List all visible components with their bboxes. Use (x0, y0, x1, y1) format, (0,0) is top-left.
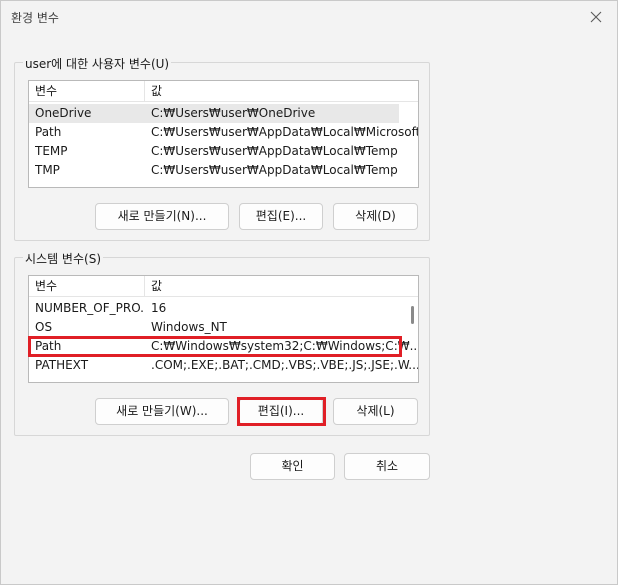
column-header-value[interactable]: 값 (145, 276, 162, 297)
table-row[interactable]: OS Windows_NT (29, 318, 418, 337)
table-row[interactable]: Path C:₩Users₩user₩AppData₩Local₩Microso… (29, 123, 418, 142)
variable-name: Path (35, 125, 62, 139)
user-variables-list[interactable]: 변수 값 OneDrive C:₩Users₩user₩OneDrive Pat… (28, 80, 419, 188)
user-variables-group: user에 대한 사용자 변수(U) 변수 값 OneDrive C:₩User… (14, 55, 430, 241)
title-bar: 환경 변수 (1, 1, 617, 33)
variable-name: OS (35, 320, 53, 334)
environment-variables-dialog: 환경 변수 user에 대한 사용자 변수(U) 변수 값 OneDrive C… (0, 0, 618, 585)
variable-value: C:₩Users₩user₩AppData₩Local₩Temp (151, 144, 398, 158)
user-new-button[interactable]: 새로 만들기(N)... (95, 203, 229, 230)
system-delete-button[interactable]: 삭제(L) (333, 398, 418, 425)
variable-value: Windows_NT (151, 320, 227, 334)
system-variables-label: 시스템 변수(S) (23, 250, 103, 267)
table-row[interactable]: PATHEXT .COM;.EXE;.BAT;.CMD;.VBS;.VBE;.J… (29, 356, 418, 375)
variable-name: OneDrive (35, 106, 92, 120)
column-header-value[interactable]: 값 (145, 81, 162, 102)
variable-value: 16 (151, 301, 167, 315)
list-header: 변수 값 (29, 276, 418, 297)
table-row[interactable]: Path C:₩Windows₩system32;C:₩Windows;C:₩.… (29, 337, 418, 356)
scrollbar-thumb[interactable] (411, 306, 414, 324)
close-icon (590, 11, 602, 23)
table-row[interactable]: TMP C:₩Users₩user₩AppData₩Local₩Temp (29, 161, 418, 180)
user-delete-button[interactable]: 삭제(D) (333, 203, 418, 230)
system-edit-button[interactable]: 편집(I)... (239, 398, 323, 425)
system-new-button[interactable]: 새로 만들기(W)... (95, 398, 229, 425)
variable-name: PATHEXT (35, 358, 89, 372)
variable-value: C:₩Users₩user₩OneDrive (151, 106, 316, 120)
column-header-variable[interactable]: 변수 (29, 276, 145, 297)
table-row[interactable]: TEMP C:₩Users₩user₩AppData₩Local₩Temp (29, 142, 418, 161)
cancel-button[interactable]: 취소 (344, 453, 430, 480)
system-variables-group: 시스템 변수(S) 변수 값 NUMBER_OF_PRO... 16 OS Wi… (14, 250, 430, 436)
list-header: 변수 값 (29, 81, 418, 102)
close-button[interactable] (583, 5, 609, 29)
variable-name: Path (35, 339, 62, 353)
table-row[interactable]: NUMBER_OF_PRO... 16 (29, 299, 418, 318)
variable-value: C:₩Users₩user₩AppData₩Local₩Microsoft... (151, 125, 419, 139)
table-row[interactable]: OneDrive C:₩Users₩user₩OneDrive (29, 104, 399, 123)
variable-name: TMP (35, 163, 60, 177)
ok-button[interactable]: 확인 (250, 453, 335, 480)
variable-name: TEMP (35, 144, 68, 158)
variable-name: NUMBER_OF_PRO... (35, 301, 145, 315)
user-edit-button[interactable]: 편집(E)... (239, 203, 323, 230)
variable-value: C:₩Windows₩system32;C:₩Windows;C:₩... (151, 339, 419, 353)
variable-value: .COM;.EXE;.BAT;.CMD;.VBS;.VBE;.JS;.JSE;.… (151, 358, 419, 372)
system-variables-list[interactable]: 변수 값 NUMBER_OF_PRO... 16 OS Windows_NT P… (28, 275, 419, 383)
vertical-scrollbar[interactable] (408, 276, 418, 382)
user-variables-label: user에 대한 사용자 변수(U) (23, 55, 172, 72)
column-header-variable[interactable]: 변수 (29, 81, 145, 102)
window-title: 환경 변수 (11, 11, 59, 25)
variable-value: C:₩Users₩user₩AppData₩Local₩Temp (151, 163, 398, 177)
